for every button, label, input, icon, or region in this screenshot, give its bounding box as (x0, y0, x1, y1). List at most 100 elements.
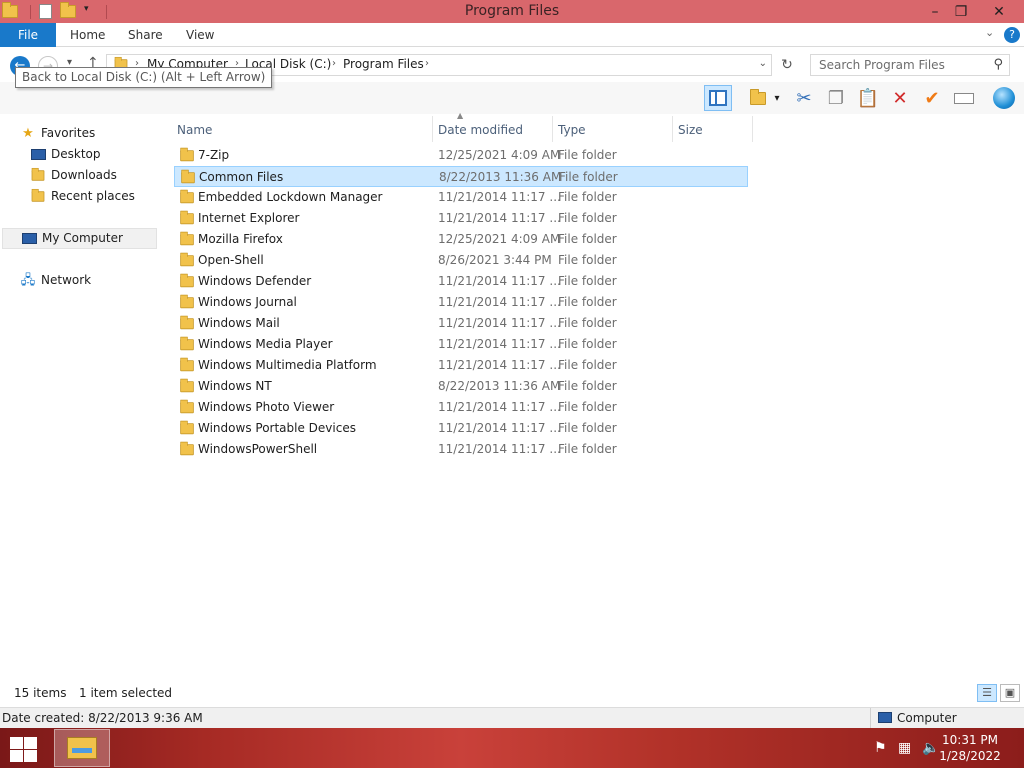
select-icon[interactable]: ✔ (918, 85, 946, 111)
date-modified: 11/21/2014 11:17 ... (438, 337, 561, 351)
table-row[interactable]: Common Files 8/22/2013 11:36 AM File folde… (174, 166, 748, 187)
cut-icon[interactable]: ✂ (790, 85, 818, 111)
back-tooltip: Back to Local Disk (C:) (Alt + Left Arro… (15, 67, 273, 88)
folder-icon (180, 147, 194, 164)
sidebar-item-downloads[interactable]: Downloads (30, 165, 117, 186)
date-created: Date created: 8/22/2013 9:36 AM (2, 711, 203, 725)
file-name: Windows Photo Viewer (198, 400, 335, 414)
delete-icon[interactable]: ✕ (886, 85, 914, 111)
folder-icon (180, 210, 194, 227)
table-row[interactable]: Windows NT 8/22/2013 11:36 AM File folder (174, 376, 748, 397)
address-dropdown-icon[interactable]: ⌄ (759, 58, 767, 69)
sort-ascending-icon: ▲ (457, 111, 464, 120)
system-clock[interactable]: 10:31 PM 1/28/2022 (930, 732, 1010, 764)
column-header-date-modified[interactable]: Date modified (438, 120, 523, 140)
desktop-icon (30, 147, 46, 163)
recent-places-icon (30, 188, 46, 205)
table-row[interactable]: Open-Shell 8/26/2021 3:44 PM File folder (174, 250, 748, 271)
tab-file[interactable]: File (0, 23, 56, 47)
help-icon[interactable]: ? (1004, 27, 1020, 43)
customize-qat-icon[interactable]: ▾ (84, 4, 94, 20)
properties-icon[interactable] (39, 4, 52, 19)
column-divider[interactable] (672, 116, 673, 142)
table-row[interactable]: WindowsPowerShell 11/21/2014 11:17 ... Fil… (174, 439, 748, 460)
expand-ribbon-icon[interactable]: ⌄ (985, 26, 994, 39)
folder-icon (180, 336, 194, 353)
table-row[interactable]: Windows Media Player 11/21/2014 11:17 ...… (174, 334, 748, 355)
tab-view[interactable]: View (186, 23, 214, 47)
network-status-icon[interactable]: ▦ (898, 740, 911, 756)
maximize-button[interactable]: ❐ (946, 0, 976, 23)
preview-pane-icon[interactable] (704, 85, 732, 111)
large-icons-view-icon: ▣ (1004, 686, 1016, 699)
file-name: Open-Shell (198, 253, 264, 267)
large-icons-view-button[interactable]: ▣ (1000, 684, 1020, 702)
tab-share[interactable]: Share (128, 23, 163, 47)
search-icon[interactable]: ⚲ (993, 57, 1003, 72)
quick-access-toolbar: ▾ (0, 0, 113, 23)
file-name: Windows Journal (198, 295, 297, 309)
file-type: File folder (558, 274, 617, 288)
downloads-icon (30, 167, 46, 184)
sidebar-item-my-computer[interactable]: My Computer (2, 228, 157, 249)
chevron-right-icon[interactable]: › (425, 58, 429, 69)
date-modified: 12/25/2021 4:09 AM (438, 232, 561, 246)
column-header-name[interactable]: Name (177, 120, 212, 140)
new-folder-icon[interactable] (60, 2, 76, 21)
date-modified: 8/22/2013 11:36 AM (439, 170, 562, 184)
table-row[interactable]: Internet Explorer 11/21/2014 11:17 ... Fil… (174, 208, 748, 229)
close-button[interactable]: ✕ (984, 0, 1014, 23)
sidebar-item-network[interactable]: 🖧 Network (20, 270, 91, 291)
action-center-icon[interactable]: ⚑ (874, 740, 887, 756)
folder-icon (180, 189, 194, 206)
file-name: Mozilla Firefox (198, 232, 283, 246)
date-modified: 11/21/2014 11:17 ... (438, 274, 561, 288)
copy-icon[interactable]: ❐ (822, 85, 850, 111)
folder-icon (180, 378, 194, 395)
table-row[interactable]: 7-Zip 12/25/2021 4:09 AM File folder (174, 145, 748, 166)
column-divider[interactable] (552, 116, 553, 142)
folder-icon (180, 399, 194, 416)
search-box[interactable]: ⚲ (810, 54, 1010, 76)
tab-home[interactable]: Home (70, 23, 105, 47)
refresh-icon: ↻ (781, 57, 793, 73)
file-name: Windows Portable Devices (198, 421, 356, 435)
file-name: Embedded Lockdown Manager (198, 190, 383, 204)
table-row[interactable]: Windows Mail 11/21/2014 11:17 ... File fol… (174, 313, 748, 334)
taskbar-file-explorer[interactable] (54, 729, 110, 767)
start-button[interactable] (8, 736, 38, 762)
table-row[interactable]: Windows Defender 11/21/2014 11:17 ... File… (174, 271, 748, 292)
column-divider[interactable] (752, 116, 753, 142)
windows-logo-icon (10, 737, 23, 749)
selection-count: 1 item selected (79, 686, 173, 700)
table-row[interactable]: Windows Photo Viewer 11/21/2014 11:17 ...… (174, 397, 748, 418)
table-row[interactable]: Mozilla Firefox 12/25/2021 4:09 AM File fo… (174, 229, 748, 250)
file-type: File folder (558, 232, 617, 246)
date-modified: 11/21/2014 11:17 ... (438, 421, 561, 435)
chevron-down-icon[interactable]: ▾ (770, 85, 784, 111)
details-view-button[interactable]: ☰ (977, 684, 997, 702)
table-row[interactable]: Windows Journal 11/21/2014 11:17 ... File … (174, 292, 748, 313)
table-row[interactable]: Windows Multimedia Platform 11/21/2014 11… (174, 355, 748, 376)
internet-icon[interactable] (990, 85, 1018, 111)
table-row[interactable]: Windows Portable Devices 11/21/2014 11:17… (174, 418, 748, 439)
file-type: File folder (558, 148, 617, 162)
column-header-type[interactable]: Type (558, 120, 586, 140)
chevron-right-icon[interactable]: › (332, 58, 336, 69)
paste-icon[interactable]: 📋 (854, 85, 882, 111)
column-divider[interactable] (432, 116, 433, 142)
column-header-size[interactable]: Size (678, 120, 703, 140)
date-modified: 11/21/2014 11:17 ... (438, 400, 561, 414)
sidebar-item-label: My Computer (42, 231, 123, 245)
rename-icon[interactable] (950, 85, 978, 111)
sidebar-item-recent-places[interactable]: Recent places (30, 186, 135, 207)
file-name: Windows Defender (198, 274, 312, 288)
sidebar-item-desktop[interactable]: Desktop (30, 144, 101, 165)
sidebar-item-favorites[interactable]: ★ Favorites (20, 123, 95, 144)
details-bar: Date created: 8/22/2013 9:36 AM Computer (0, 707, 1024, 728)
table-row[interactable]: Embedded Lockdown Manager 11/21/2014 11:1… (174, 187, 748, 208)
breadcrumb-program-files[interactable]: Program Files (343, 57, 424, 71)
new-folder-icon[interactable] (744, 85, 772, 111)
refresh-button[interactable]: ↻ (776, 54, 798, 76)
search-input[interactable] (811, 55, 981, 75)
